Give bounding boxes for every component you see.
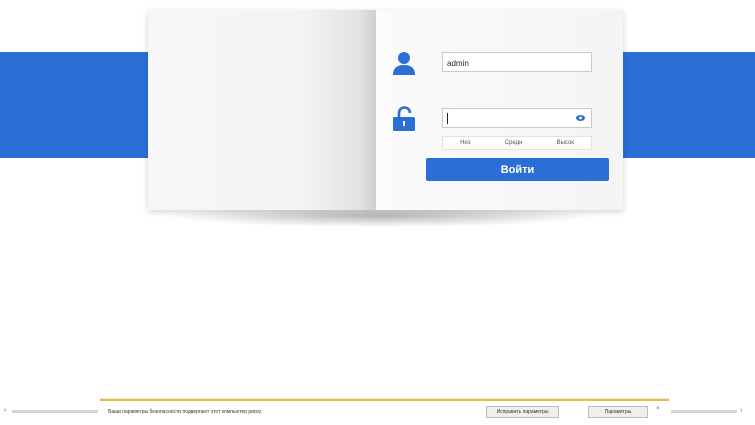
scroll-right-arrow[interactable]: › <box>740 407 742 414</box>
strength-high-label: Высок <box>556 140 574 146</box>
card-left-panel <box>148 10 376 210</box>
password-strength-indicator: Низ Средн Высок <box>442 136 592 150</box>
lock-open-icon <box>393 106 415 131</box>
password-field[interactable] <box>442 108 592 129</box>
login-button[interactable]: Войти <box>426 158 609 181</box>
strength-medium-label: Средн <box>504 140 523 146</box>
eye-icon[interactable] <box>576 115 585 121</box>
username-field[interactable] <box>442 52 592 73</box>
login-card: Низ Средн Высок Войти <box>148 10 623 210</box>
notification-message: Ваши параметры безопасности подвергают э… <box>108 409 263 415</box>
close-icon[interactable]: × <box>656 406 660 412</box>
security-notification-bar: Ваши параметры безопасности подвергают э… <box>100 399 669 425</box>
text-cursor <box>447 113 448 124</box>
scroll-left-arrow[interactable]: ‹ <box>4 407 6 414</box>
horizontal-scrollbar-right[interactable] <box>671 410 737 413</box>
user-icon <box>393 52 415 75</box>
settings-button[interactable]: Параметры <box>588 406 648 418</box>
username-input[interactable] <box>443 54 576 73</box>
horizontal-scrollbar-left[interactable] <box>12 410 98 413</box>
strength-low-label: Низ <box>460 140 471 146</box>
password-input[interactable] <box>443 110 576 129</box>
fix-settings-button[interactable]: Исправить параметры <box>486 406 559 418</box>
